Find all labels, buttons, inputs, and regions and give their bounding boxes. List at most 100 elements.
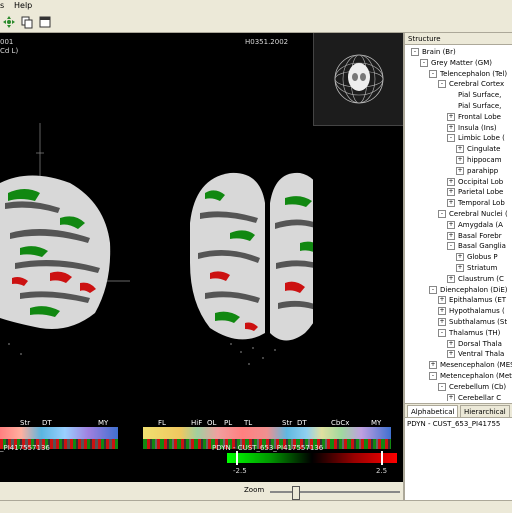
expression-scale-bar: [227, 453, 397, 463]
brain-viewer[interactable]: 001 Cd L) H0351.2002 Str DT MY FL HiF OL…: [0, 33, 403, 500]
tree-node-label: Cerebellar C: [458, 393, 502, 401]
specimen-label-left: 001: [0, 38, 14, 46]
menu-item-file[interactable]: s: [0, 1, 4, 10]
tree-node[interactable]: + Mesencephalon (MES: [429, 360, 512, 371]
tree-node[interactable]: - Metencephalon (Met: [429, 371, 512, 382]
collapse-icon[interactable]: -: [438, 80, 446, 89]
expand-icon[interactable]: +: [456, 145, 464, 154]
expand-icon[interactable]: +: [456, 264, 464, 272]
tree-node-label: parahipp: [467, 166, 499, 175]
tree-node-label: Globus P: [467, 253, 498, 262]
tree-node[interactable]: - Cerebral Nuclei (: [438, 209, 508, 220]
tree-node-label: Brain (Br): [422, 48, 456, 56]
expand-icon[interactable]: +: [447, 123, 455, 132]
collapse-icon[interactable]: -: [429, 69, 437, 78]
expand-icon[interactable]: +: [456, 156, 464, 164]
tree-node[interactable]: - Grey Matter (GM): [420, 58, 492, 69]
tree-node-label: Basal Ganglia: [458, 242, 506, 251]
tree-node[interactable]: + Ventral Thala: [447, 349, 504, 360]
ontology-bar-left[interactable]: Str DT MY: [0, 419, 118, 465]
expand-icon[interactable]: +: [447, 177, 455, 186]
selection-item[interactable]: PDYN - CUST_653_PI41755: [407, 420, 500, 428]
tree-node[interactable]: + Occipital Lob: [447, 177, 503, 188]
tree-node[interactable]: + Parietal Lobe: [447, 187, 503, 198]
ontology-label-ol: OL: [207, 419, 217, 427]
structure-tree[interactable]: - Brain (Br) - Grey Matter (GM) - Telencephal…: [405, 45, 512, 401]
expand-icon[interactable]: +: [438, 307, 446, 316]
selection-list[interactable]: PDYN - CUST_653_PI41755: [405, 417, 512, 500]
scale-marker-max: [381, 451, 383, 465]
menu-item-help[interactable]: Help: [14, 1, 32, 10]
tree-node[interactable]: Pial Surface,: [447, 90, 501, 101]
tree-node[interactable]: + Temporal Lob: [447, 198, 505, 209]
collapse-icon[interactable]: -: [411, 48, 419, 56]
expand-icon[interactable]: +: [447, 112, 455, 121]
tree-node[interactable]: + Striatum: [456, 263, 497, 274]
collapse-icon[interactable]: -: [438, 210, 446, 218]
tree-node[interactable]: + Epithalamus (ET: [438, 295, 506, 306]
collapse-icon[interactable]: -: [447, 134, 455, 143]
tree-node[interactable]: + Subthalamus (St: [438, 317, 507, 328]
orientation-inset[interactable]: [313, 33, 403, 126]
tree-node[interactable]: - Diencephalon (DiE): [429, 285, 508, 296]
tree-node[interactable]: + Frontal Lobe: [447, 112, 501, 123]
tree-node[interactable]: Pial Surface,: [447, 101, 501, 112]
tree-node[interactable]: - Thalamus (TH): [438, 328, 500, 339]
tree-node-label: Claustrum (C: [458, 274, 504, 283]
expand-icon[interactable]: +: [447, 199, 455, 208]
expand-icon[interactable]: +: [447, 274, 455, 283]
tree-node[interactable]: + Cingulate: [456, 144, 500, 155]
collapse-icon[interactable]: -: [438, 328, 446, 337]
tree-node-label: Diencephalon (DiE): [440, 285, 508, 294]
zoom-slider-thumb[interactable]: [292, 486, 301, 500]
zoom-slider-track[interactable]: [270, 486, 400, 500]
tree-node[interactable]: - Basal Ganglia: [447, 241, 506, 252]
expand-icon[interactable]: +: [447, 339, 455, 348]
collapse-icon[interactable]: -: [429, 285, 437, 294]
expand-icon[interactable]: +: [447, 350, 455, 359]
ontology-label-str: Str: [282, 419, 293, 427]
tree-node[interactable]: + parahipp: [456, 166, 498, 177]
collapse-icon[interactable]: -: [438, 382, 446, 391]
tree-node[interactable]: - Brain (Br): [411, 47, 456, 58]
tree-node[interactable]: + Amygdala (A: [447, 220, 503, 231]
expand-icon[interactable]: +: [438, 318, 446, 326]
tree-node[interactable]: - Telencephalon (Tel): [429, 69, 507, 80]
expand-icon[interactable]: +: [447, 231, 455, 240]
tree-node-label: hippocam: [467, 156, 502, 164]
scale-max-label: 2.5: [376, 467, 388, 475]
tree-node[interactable]: + Insula (Ins): [447, 123, 497, 134]
navigate-icon[interactable]: [2, 15, 16, 29]
collapse-icon[interactable]: -: [420, 58, 428, 67]
specimen-label-center: H0351.2002: [245, 38, 289, 46]
tree-node[interactable]: - Cerebral Cortex: [438, 79, 504, 90]
tree-node[interactable]: + Hypothalamus (: [438, 306, 505, 317]
tree-node[interactable]: - Cerebellum (Cb): [438, 382, 506, 393]
window-icon[interactable]: [38, 15, 52, 29]
ontology-strip-left: [0, 427, 118, 439]
tree-node[interactable]: + Globus P: [456, 252, 498, 263]
collapse-icon[interactable]: -: [447, 242, 455, 251]
expand-icon[interactable]: +: [447, 220, 455, 229]
expand-icon[interactable]: +: [456, 253, 464, 262]
expand-icon[interactable]: +: [447, 393, 455, 401]
tree-node-label: Thalamus (TH): [449, 328, 501, 337]
tree-node-label: Subthalamus (St: [449, 318, 508, 326]
tree-node[interactable]: + Basal Forebr: [447, 231, 502, 242]
gene-label-right: PDYN - CUST_653_PI417557136: [212, 444, 324, 452]
tree-node-label: Temporal Lob: [458, 199, 505, 208]
expand-icon[interactable]: +: [447, 188, 455, 197]
tree-node[interactable]: + Claustrum (C: [447, 274, 504, 285]
tree-node-label: Cerebellum (Cb): [449, 382, 507, 391]
tree-node[interactable]: + Dorsal Thala: [447, 339, 502, 350]
collapse-icon[interactable]: -: [429, 372, 437, 380]
tree-node[interactable]: - Limbic Lobe (: [447, 133, 505, 144]
expand-icon[interactable]: +: [456, 166, 464, 175]
tree-node-label: Grey Matter (GM): [431, 58, 492, 67]
expand-icon[interactable]: +: [438, 296, 446, 305]
copy-icon[interactable]: [20, 15, 34, 29]
tree-node-label: Parietal Lobe: [458, 188, 504, 197]
tree-node[interactable]: + Cerebellar C: [447, 393, 501, 401]
expand-icon[interactable]: +: [429, 361, 437, 370]
tree-node[interactable]: + hippocam: [456, 155, 502, 166]
